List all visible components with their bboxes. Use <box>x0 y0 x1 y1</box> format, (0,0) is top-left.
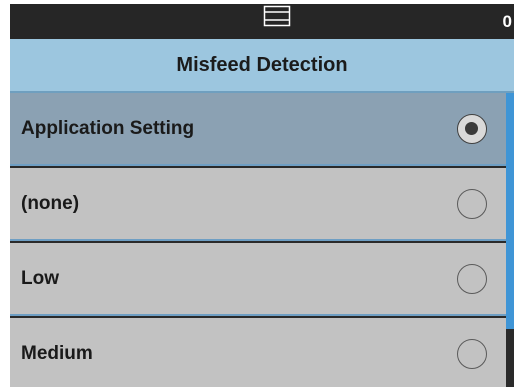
option-label: Low <box>21 268 59 289</box>
option-list: Application Setting (none) Low Medium <box>10 93 506 387</box>
radio-button[interactable] <box>457 189 487 219</box>
option-label: Application Setting <box>21 118 195 139</box>
radio-button-selected[interactable] <box>457 114 487 144</box>
option-label: (none) <box>21 193 80 214</box>
scanner-feed-icon <box>263 5 291 27</box>
scrollbar[interactable] <box>506 93 514 387</box>
radio-dot <box>465 122 478 135</box>
option-label: Medium <box>21 343 93 364</box>
option-medium[interactable]: Medium <box>10 318 506 387</box>
screen-frame: 0 Misfeed Detection Application Setting … <box>10 4 514 387</box>
page-count: 0 <box>502 12 512 31</box>
radio-button[interactable] <box>457 339 487 369</box>
radio-button[interactable] <box>457 264 487 294</box>
page-title: Misfeed Detection <box>176 54 348 76</box>
page-header: Misfeed Detection <box>10 39 514 93</box>
option-none[interactable]: (none) <box>10 168 506 241</box>
option-application-setting[interactable]: Application Setting <box>10 93 506 166</box>
scrollbar-thumb[interactable] <box>506 93 514 329</box>
option-low[interactable]: Low <box>10 243 506 316</box>
status-bar: 0 <box>10 4 514 39</box>
